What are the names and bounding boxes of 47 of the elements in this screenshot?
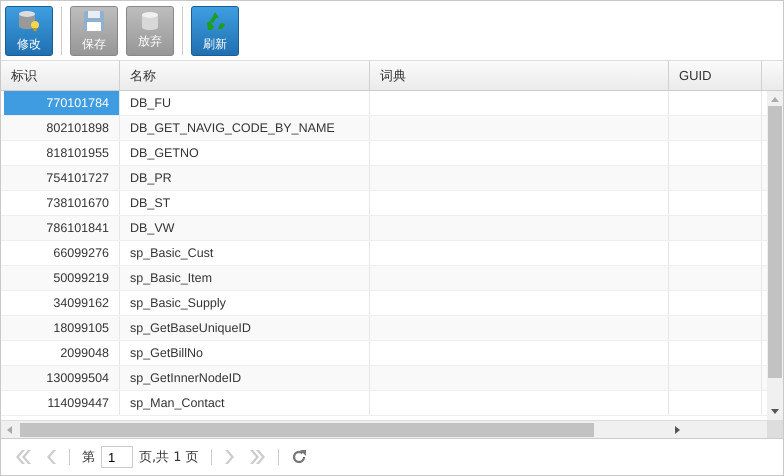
table-cell: DB_ST [120,191,370,215]
previous-page-icon[interactable] [47,450,57,464]
database-icon [142,12,158,30]
table-cell[interactable]: 818101955 [4,141,120,165]
table-cell: DB_GET_NAVIG_CODE_BY_NAME [120,116,370,140]
table-cell: sp_Basic_Cust [120,241,370,265]
table-cell: sp_GetBaseUniqueID [120,316,370,340]
table-cell[interactable]: 802101898 [4,116,120,140]
column-header[interactable]: 标识 [1,61,120,90]
edit-button[interactable]: 修改 [5,6,53,56]
scroll-up-icon[interactable] [771,97,779,102]
table-cell[interactable]: 50099219 [4,266,120,290]
vertical-scrollbar-thumb[interactable] [768,106,782,378]
table-cell[interactable]: 754101727 [4,166,120,190]
table-cell[interactable]: 114099447 [4,391,120,415]
page-label: 第 [82,449,95,466]
table-cell: sp_Man_Contact [120,391,370,415]
scroll-down-icon[interactable] [771,409,779,414]
table-cell: DB_FU [120,91,370,115]
scroll-left-icon[interactable] [7,426,12,434]
table-cell: sp_GetBillNo [120,341,370,365]
table-cell: sp_Basic_Item [120,266,370,290]
next-page-icon[interactable] [224,450,234,464]
table-cell: DB_VW [120,216,370,240]
refresh-button[interactable]: 刷新 [191,6,239,56]
table-cell: sp_Basic_Supply [120,291,370,315]
reload-icon[interactable] [290,449,307,465]
database-icon [17,8,41,32]
table-cell[interactable]: 18099105 [4,316,120,340]
page-input[interactable]: 1 [101,446,133,468]
table-cell[interactable]: 66099276 [4,241,120,265]
table-cell[interactable]: 2099048 [4,341,120,365]
table-cell: DB_PR [120,166,370,190]
scroll-right-icon[interactable] [675,426,680,434]
column-header[interactable]: GUID [669,61,762,90]
page-count-label: 页,共 1 页 [139,449,199,466]
table-cell: DB_GETNO [120,141,370,165]
column-header[interactable]: 名称 [120,61,370,90]
column-header[interactable]: 词典 [370,61,669,90]
first-page-icon[interactable] [15,450,31,464]
table-cell[interactable]: 786101841 [4,216,120,240]
table-cell[interactable]: 738101670 [4,191,120,215]
table-cell[interactable]: 130099504 [4,366,120,390]
table-cell[interactable]: 34099162 [4,291,120,315]
table-cell: sp_GetInnerNodeID [120,366,370,390]
horizontal-scrollbar-thumb[interactable] [20,422,594,436]
last-page-icon[interactable] [250,450,266,464]
